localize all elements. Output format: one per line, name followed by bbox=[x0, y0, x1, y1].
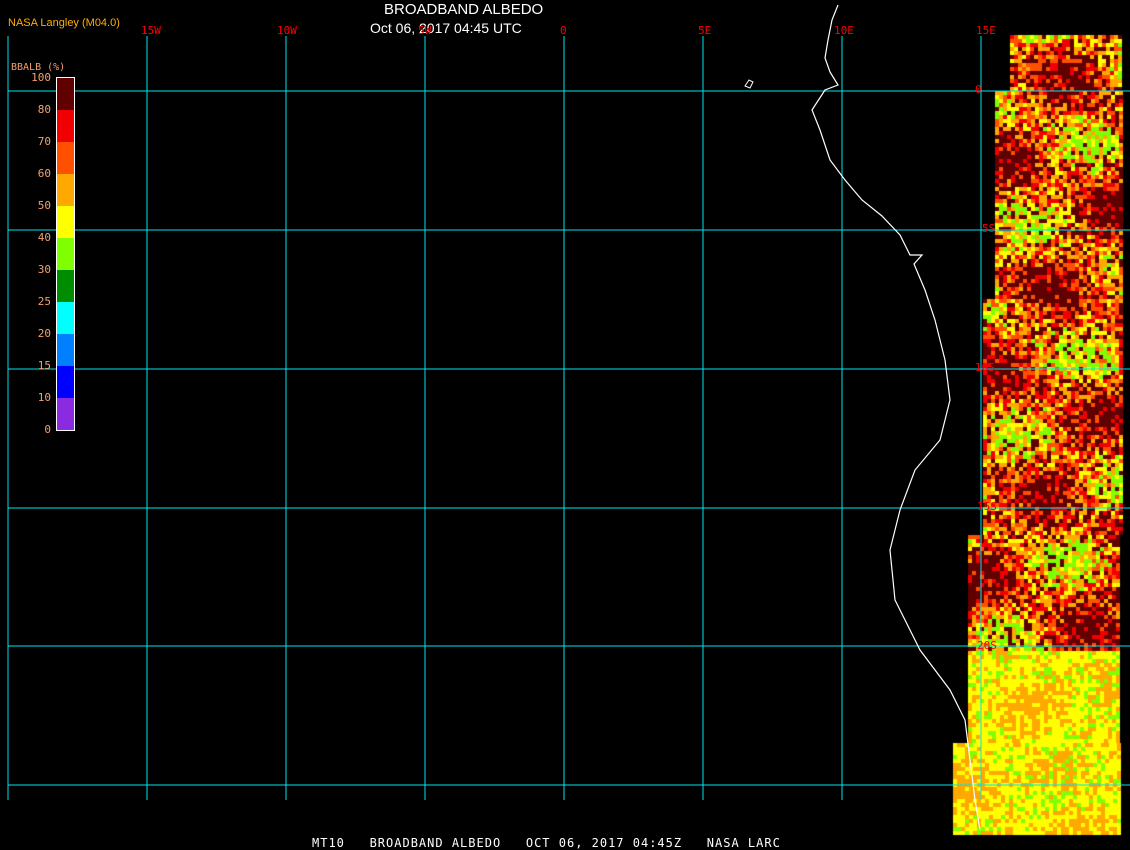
legend-swatch bbox=[57, 238, 74, 270]
legend-label: 40 bbox=[37, 231, 51, 244]
legend-swatch bbox=[57, 110, 74, 142]
legend-label: 100 bbox=[31, 71, 51, 84]
lat-label-20s: 20S bbox=[977, 639, 997, 652]
legend-swatch bbox=[57, 334, 74, 366]
lon-label-5e: 5E bbox=[698, 24, 712, 37]
legend-label: 70 bbox=[37, 135, 51, 148]
legend-swatch bbox=[57, 398, 74, 430]
credit-label: NASA Langley (M04.0) bbox=[8, 17, 120, 29]
legend-label: 60 bbox=[37, 167, 51, 180]
lon-label-10w: 10W bbox=[277, 24, 297, 37]
legend-swatch bbox=[57, 366, 74, 398]
legend-swatch bbox=[57, 174, 74, 206]
lon-label-15w: 15W bbox=[141, 24, 161, 37]
legend-label: 20 bbox=[37, 327, 51, 340]
lat-label-10s: 10S bbox=[975, 361, 995, 374]
legend-swatch bbox=[57, 270, 74, 302]
legend-swatch bbox=[57, 78, 74, 110]
island bbox=[744, 79, 754, 89]
map-datetime: Oct 06, 2017 04:45 UTC bbox=[370, 20, 522, 36]
lat-label-15s: 15S bbox=[977, 500, 997, 513]
coastline bbox=[811, 4, 981, 831]
legend-colorbar bbox=[56, 77, 75, 431]
legend-swatch bbox=[57, 142, 74, 174]
footer-caption: MT10 BROADBAND ALBEDO OCT 06, 2017 04:45… bbox=[312, 836, 781, 850]
lon-label-10e: 10E bbox=[834, 24, 854, 37]
map-title: BROADBAND ALBEDO bbox=[384, 1, 544, 18]
legend-label: 0 bbox=[44, 423, 51, 436]
legend-swatch bbox=[57, 302, 74, 334]
legend-swatch bbox=[57, 206, 74, 238]
lat-label-5s: 5S bbox=[982, 222, 996, 235]
legend-label: 80 bbox=[37, 103, 51, 116]
lat-label-0: 0 bbox=[975, 83, 982, 96]
lon-label-0: 0 bbox=[560, 24, 567, 37]
map-grid bbox=[7, 4, 1130, 831]
legend-label: 15 bbox=[37, 359, 51, 372]
legend-label: 50 bbox=[37, 199, 51, 212]
lon-label-15e: 15E bbox=[976, 24, 996, 37]
legend-label: 30 bbox=[37, 263, 51, 276]
legend-label: 25 bbox=[37, 295, 51, 308]
lon-label-5w: 5W bbox=[418, 24, 432, 37]
legend-label: 10 bbox=[37, 391, 51, 404]
